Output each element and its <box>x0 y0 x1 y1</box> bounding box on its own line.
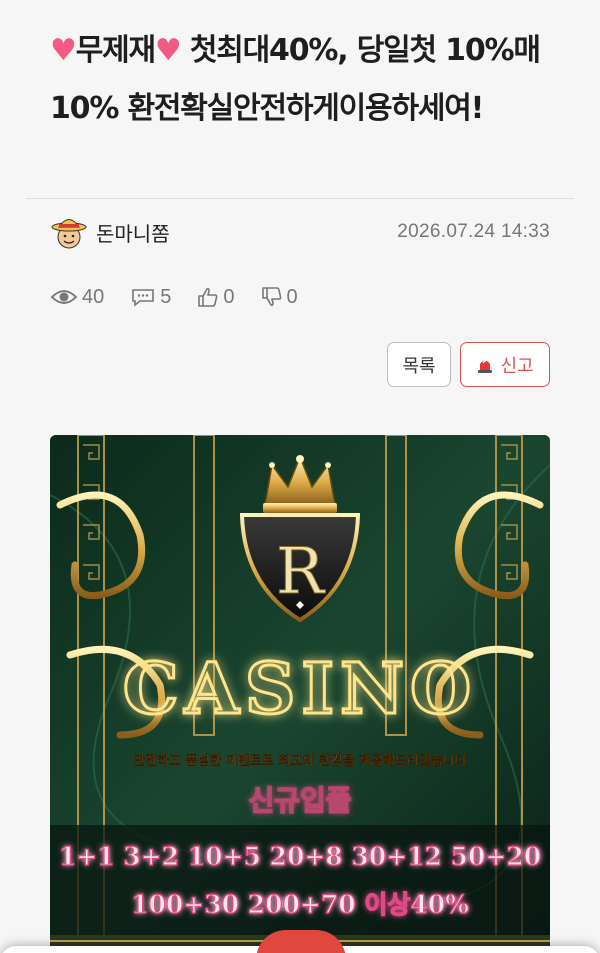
straw-hat-avatar-icon <box>51 219 87 249</box>
promo-title: 신규입플 <box>248 784 351 817</box>
promo-line-2: 100+30 200+70 이상40% <box>131 890 469 919</box>
crown-icon <box>263 454 337 513</box>
post-stats: 40 5 0 0 <box>50 282 324 312</box>
likes-count: 0 <box>223 285 235 308</box>
author-name[interactable]: 돈마니쫌 <box>96 218 170 247</box>
report-label: 신고 <box>500 355 534 376</box>
post-title: ♥무제재♥ 첫최대40%, 당일첫 10%매10% 환전확실안전하게이용하세여! <box>50 22 570 138</box>
avatar[interactable] <box>50 214 88 250</box>
thumbs-down-icon <box>261 287 281 307</box>
banner-graphic: R CASINO 안전하고 풍성한 이벤트로 최고의 환경을 제공해드리겠습니다… <box>50 435 550 953</box>
dislikes-stat[interactable]: 0 <box>261 286 298 309</box>
siren-icon <box>478 359 493 373</box>
post-date: 2026.07.24 14:33 <box>397 221 550 242</box>
title-divider <box>26 198 574 199</box>
logo-letter: R <box>276 535 326 609</box>
list-button[interactable]: 목록 <box>387 342 451 387</box>
heart-icon: ♥ <box>154 33 182 68</box>
promo-line-1: 1+1 3+2 10+5 20+8 30+12 50+20 <box>59 842 541 871</box>
brand-text: CASINO <box>123 647 477 730</box>
banner-tagline: 안전하고 풍성한 이벤트로 최고의 환경을 제공해드리겠습니다 <box>133 753 467 769</box>
heart-icon: ♥ <box>50 33 77 68</box>
views-count: 40 <box>82 285 105 308</box>
dislikes-count: 0 <box>286 285 298 308</box>
comments-count: 5 <box>160 285 172 308</box>
views-stat: 40 <box>50 286 104 309</box>
report-button[interactable]: 신고 <box>460 342 550 387</box>
comment-icon <box>132 289 155 307</box>
likes-stat[interactable]: 0 <box>197 285 235 309</box>
comments-stat: 5 <box>130 286 171 309</box>
thumbs-up-icon <box>198 287 218 307</box>
casino-banner-image: R CASINO 안전하고 풍성한 이벤트로 최고의 환경을 제공해드리겠습니다… <box>50 435 550 953</box>
post-title-word: 무제재 <box>75 33 156 68</box>
author-row: 돈마니쫌 2026.07.24 14:33 <box>50 212 550 252</box>
eye-icon <box>50 290 78 304</box>
post-page: ♥무제재♥ 첫최대40%, 당일첫 10%매10% 환전확실안전하게이용하세여!… <box>0 0 600 953</box>
